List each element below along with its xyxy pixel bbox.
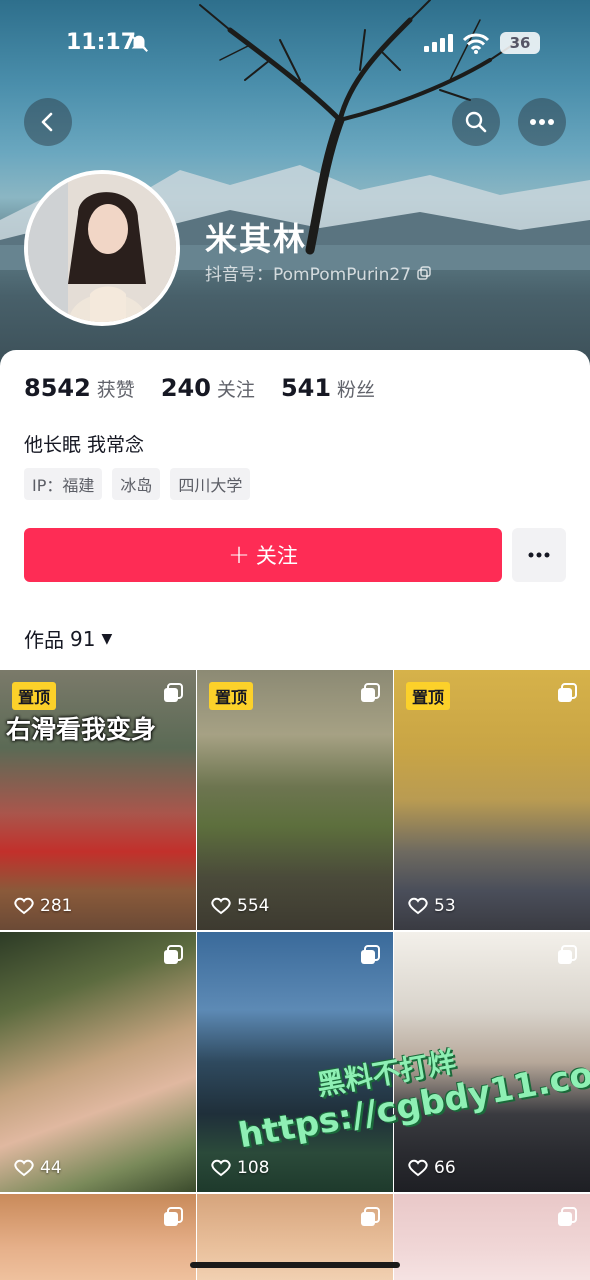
video-tile[interactable]: 置顶 右滑看我变身 281 xyxy=(0,670,196,930)
follow-button[interactable]: + 关注 xyxy=(24,528,502,582)
multi-image-icon xyxy=(164,945,183,964)
battery-indicator: 36 xyxy=(500,32,540,54)
video-tile[interactable] xyxy=(394,1194,590,1280)
multi-image-icon xyxy=(361,683,380,702)
tag-school[interactable]: 四川大学 xyxy=(170,468,251,500)
stat-following[interactable]: 240 关注 xyxy=(161,374,255,402)
back-button[interactable] xyxy=(24,98,72,146)
avatar-portrait xyxy=(28,174,176,322)
profile-banner: 11:17 36 米其林 抖音号：PomPomPurin27 xyxy=(0,0,590,380)
video-likes-count: 281 xyxy=(40,896,73,916)
search-button[interactable] xyxy=(452,98,500,146)
video-likes: 53 xyxy=(408,896,456,916)
multi-image-icon xyxy=(164,683,183,702)
heart-icon xyxy=(408,1159,428,1177)
heart-icon xyxy=(211,1159,231,1177)
douyin-id-text: 抖音号：PomPomPurin27 xyxy=(205,265,412,285)
multi-image-icon xyxy=(361,1207,380,1226)
profile-tags: IP：福建 冰岛 四川大学 xyxy=(24,468,251,500)
multi-image-icon xyxy=(558,945,577,964)
search-icon xyxy=(465,111,487,133)
tag-location[interactable]: 冰岛 xyxy=(112,468,161,500)
ellipsis-icon xyxy=(530,119,554,125)
video-tile[interactable]: 44 xyxy=(0,932,196,1192)
caret-down-icon: ▼ xyxy=(101,630,113,647)
video-caption: 右滑看我变身 xyxy=(6,715,157,744)
multi-image-icon xyxy=(558,683,577,702)
video-tile[interactable] xyxy=(0,1194,196,1280)
avatar[interactable] xyxy=(24,170,180,326)
tab-works[interactable]: 作品 91 ▼ xyxy=(24,624,112,653)
stat-following-count: 240 xyxy=(160,374,211,402)
pinned-badge: 置顶 xyxy=(406,682,451,710)
bell-muted-icon xyxy=(130,34,148,52)
video-grid: 置顶 右滑看我变身 281 置顶 554 置顶 53 44 108 66 xyxy=(0,670,590,1280)
follow-button-label: 关注 xyxy=(255,544,298,568)
video-likes-count: 66 xyxy=(434,1158,456,1178)
video-likes: 66 xyxy=(408,1158,456,1178)
more-options-button[interactable] xyxy=(518,98,566,146)
ellipsis-icon xyxy=(528,552,550,558)
video-tile[interactable]: 置顶 554 xyxy=(197,670,393,930)
wifi-icon xyxy=(462,33,490,54)
stat-following-label: 关注 xyxy=(216,379,255,401)
status-bar: 11:17 36 xyxy=(0,26,590,62)
plus-icon: + xyxy=(228,540,250,570)
heart-icon xyxy=(14,897,34,915)
profile-card: 8542 获赞 240 关注 541 粉丝 他长眠 我常念 IP：福建 冰岛 四… xyxy=(0,350,590,670)
video-likes-count: 44 xyxy=(40,1158,62,1178)
video-likes-count: 53 xyxy=(434,896,456,916)
tag-ip: IP：福建 xyxy=(24,468,103,500)
multi-image-icon xyxy=(164,1207,183,1226)
profile-bio: 他长眠 我常念 xyxy=(24,434,145,456)
heart-icon xyxy=(14,1159,34,1177)
stat-followers-count: 541 xyxy=(280,374,332,402)
multi-image-icon xyxy=(558,1207,577,1226)
home-indicator[interactable] xyxy=(190,1262,400,1268)
heart-icon xyxy=(211,897,231,915)
chevron-left-icon xyxy=(41,112,53,132)
tab-works-label: 作品 xyxy=(24,628,64,652)
multi-image-icon xyxy=(361,945,380,964)
stat-likes[interactable]: 8542 获赞 xyxy=(24,374,135,402)
douyin-id: 抖音号：PomPomPurin27 xyxy=(205,260,431,285)
stat-likes-count: 8542 xyxy=(24,374,91,402)
stat-followers[interactable]: 541 粉丝 xyxy=(281,374,375,402)
heart-icon xyxy=(408,897,428,915)
follow-more-button[interactable] xyxy=(512,528,566,582)
video-likes: 554 xyxy=(211,896,269,916)
video-likes-count: 554 xyxy=(237,896,270,916)
video-tile[interactable]: 置顶 53 xyxy=(394,670,590,930)
pinned-badge: 置顶 xyxy=(12,682,57,710)
cellular-signal-icon xyxy=(424,34,453,52)
tab-works-count: 91 xyxy=(70,626,96,651)
pinned-badge: 置顶 xyxy=(209,682,254,710)
stat-likes-label: 获赞 xyxy=(96,379,135,401)
video-likes: 281 xyxy=(14,896,72,916)
status-time: 11:17 xyxy=(66,30,137,55)
profile-stats: 8542 获赞 240 关注 541 粉丝 xyxy=(24,374,375,402)
video-likes: 44 xyxy=(14,1158,62,1178)
copy-icon[interactable] xyxy=(417,265,431,280)
stat-followers-label: 粉丝 xyxy=(337,379,376,401)
profile-nickname: 米其林 xyxy=(205,220,308,258)
